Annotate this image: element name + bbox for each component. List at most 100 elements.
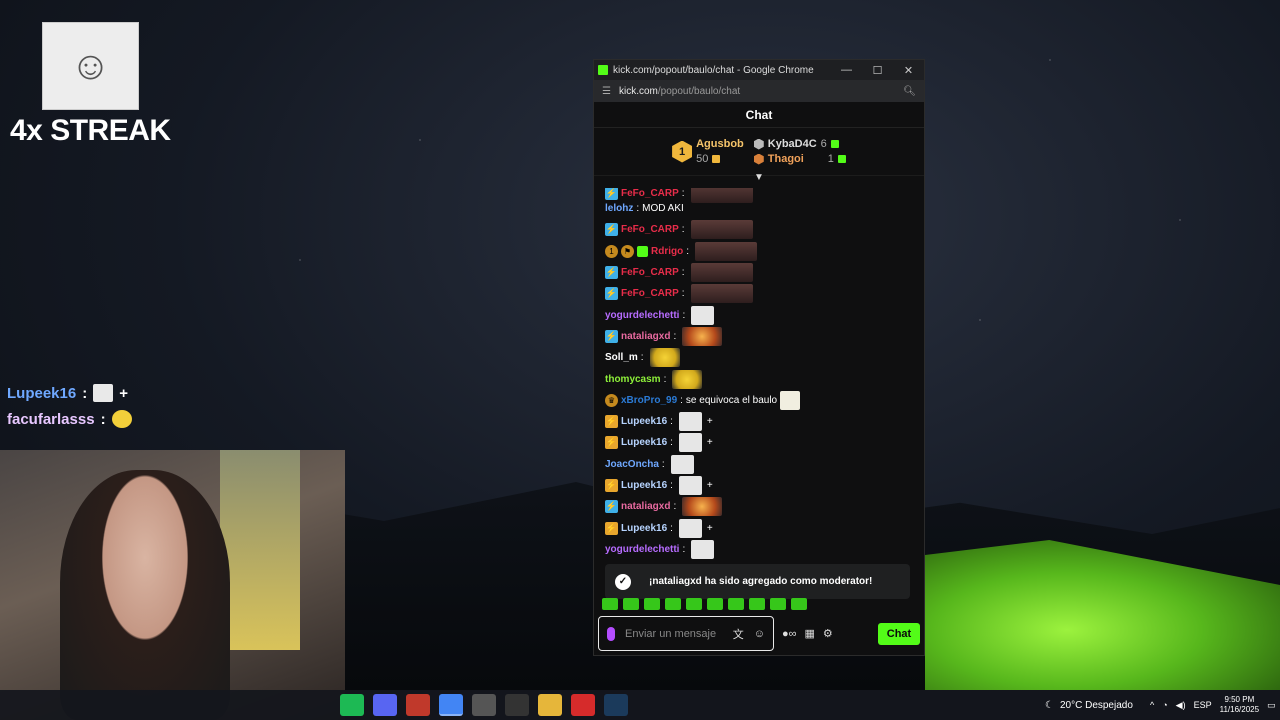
app-icon[interactable] [406, 694, 430, 716]
emote-icon[interactable] [791, 598, 807, 610]
chat-message[interactable]: 1 ⚑ Rdrigo: [605, 241, 913, 262]
leaderboard-name[interactable]: Thagoi [768, 153, 824, 165]
chat-message[interactable]: ⚡ nataliagxd: [605, 326, 913, 347]
emote-icon[interactable] [665, 598, 681, 610]
dark-emote[interactable] [690, 263, 753, 283]
chat-username[interactable]: thomycasm [605, 374, 661, 385]
clock[interactable]: 9:50 PM 11/16/2025 [1220, 695, 1259, 715]
chat-username[interactable]: Lupeek16 [621, 523, 667, 534]
chat-message[interactable]: yogurdelechetti: [605, 304, 913, 325]
zoom-icon[interactable]: 🔍︎ [903, 86, 916, 97]
store-icon[interactable]: ▦ [805, 627, 815, 640]
emote-icon[interactable] [770, 598, 786, 610]
meme-emote[interactable] [670, 454, 694, 474]
chat-username[interactable]: yogurdelechetti [605, 544, 679, 555]
leaderboard-name[interactable]: KybaD4C [768, 138, 817, 150]
chat-message[interactable]: ⚡ Lupeek16: + [605, 475, 913, 496]
chat-username[interactable]: lelohz [605, 203, 633, 214]
notification-icon[interactable]: ▭ [1267, 700, 1276, 711]
app-icon[interactable] [505, 694, 529, 716]
send-chat-button[interactable]: Chat [878, 622, 920, 645]
subscriber-badge-icon[interactable]: ⚡ [605, 436, 618, 450]
gift-badge-icon[interactable] [637, 245, 648, 257]
close-button[interactable]: ✕ [893, 64, 924, 77]
moderator-badge-icon[interactable]: ⚡ [605, 287, 618, 301]
chat-username[interactable]: Lupeek16 [621, 437, 667, 448]
meme-emote[interactable] [678, 518, 702, 538]
chat-message[interactable]: ⚡ nataliagxd: [605, 496, 913, 517]
meme-emote[interactable] [691, 305, 715, 325]
chat-message[interactable]: ⚡ Lupeek16: + [605, 517, 913, 538]
meme-emote[interactable] [678, 412, 702, 432]
emote-icon[interactable] [707, 598, 723, 610]
site-info-icon[interactable]: ☰ [602, 86, 611, 97]
chat-username[interactable]: yogurdelechetti [605, 310, 679, 321]
quick-emote-bar[interactable] [602, 598, 807, 610]
emote-icon[interactable] [686, 598, 702, 610]
chat-username[interactable]: nataliagxd [621, 331, 670, 342]
chat-input[interactable]: Enviar un mensaje 文 ☺ [598, 616, 774, 651]
chat-username[interactable]: Lupeek16 [621, 416, 667, 427]
moderator-badge-icon[interactable]: ⚡ [605, 223, 618, 237]
discord-icon[interactable] [373, 694, 397, 716]
emote-icon[interactable] [623, 598, 639, 610]
og-badge-icon[interactable]: 1 [605, 244, 618, 258]
crown-badge-icon[interactable]: ♛ [605, 393, 618, 407]
gear-icon[interactable]: ⚙ [823, 627, 833, 640]
mic-icon[interactable] [607, 626, 615, 641]
emote-icon[interactable] [602, 598, 618, 610]
steam-icon[interactable] [604, 694, 628, 716]
moderator-badge-icon[interactable]: ⚡ [605, 188, 618, 200]
emoji-icon[interactable]: ☺ [754, 628, 765, 640]
opera-icon[interactable] [571, 694, 595, 716]
chat-message[interactable]: yogurdelechetti: [605, 539, 913, 560]
chat-username[interactable]: JoacOncha [605, 459, 659, 470]
meme-emote[interactable] [678, 476, 702, 495]
subscriber-badge-icon[interactable]: ⚡ [605, 479, 618, 492]
chat-username[interactable]: FeFo_CARP [621, 288, 679, 299]
leaderboard-name[interactable]: Agusbob [696, 138, 744, 150]
emote-icon[interactable] [644, 598, 660, 610]
chat-message[interactable]: ⚡ Lupeek16: + [605, 432, 913, 453]
dark-emote[interactable] [690, 220, 753, 240]
network-icon[interactable]: ◔ [1162, 700, 1167, 710]
chat-username[interactable]: FeFo_CARP [621, 267, 679, 278]
person-emote[interactable] [780, 390, 801, 410]
language-indicator[interactable]: ESP [1194, 700, 1212, 710]
subscriber-badge-icon[interactable]: ⚡ [605, 415, 618, 429]
chat-message[interactable]: Soll_m: [605, 347, 913, 368]
address-bar[interactable]: ☰ kick.com/popout/baulo/chat 🔍︎ [594, 80, 924, 102]
moderator-badge-icon[interactable]: ⚡ [605, 266, 618, 280]
subscriber-badge-icon[interactable]: ⚡ [605, 521, 618, 535]
chat-username[interactable]: FeFo_CARP [621, 224, 679, 235]
weather-widget[interactable]: ☾ 20°C Despejado [1045, 690, 1133, 720]
chat-username[interactable]: nataliagxd [621, 501, 670, 512]
chat-message[interactable]: ⚡ FeFo_CARP: [605, 283, 913, 304]
minion-emote[interactable] [672, 369, 703, 389]
chat-message[interactable]: lelohz: MOD AKI [605, 198, 913, 219]
spotify-icon[interactable] [340, 694, 364, 716]
dark-emote[interactable] [690, 284, 753, 304]
moderator-badge-icon[interactable]: ⚡ [605, 500, 618, 514]
chat-input-placeholder[interactable]: Enviar un mensaje [625, 628, 723, 640]
flag-badge-icon[interactable]: ⚑ [621, 244, 634, 258]
chat-username[interactable]: FeFo_CARP [621, 188, 679, 199]
chat-message[interactable]: ⚡ FeFo_CARP: [605, 262, 913, 283]
points-icon[interactable]: ●∞ [782, 628, 797, 640]
chat-username[interactable]: Soll_m [605, 352, 638, 363]
chat-message[interactable]: thomycasm: [605, 368, 913, 389]
emote-icon[interactable] [749, 598, 765, 610]
chat-message[interactable]: ♛ xBroPro_99: se equivoca el baulo [605, 390, 913, 411]
folder-icon[interactable] [538, 694, 562, 716]
chat-messages[interactable]: ⚡ FeFo_CARP: lelohz: MOD AKI ⚡ FeFo_CARP:1 ⚑ Rd… [594, 188, 924, 562]
fire-emote[interactable] [682, 497, 723, 517]
dark-emote[interactable] [695, 241, 757, 261]
chat-username[interactable]: Lupeek16 [621, 480, 667, 491]
translate-icon[interactable]: 文 [733, 626, 744, 642]
emote-icon[interactable] [728, 598, 744, 610]
chat-message[interactable]: ⚡ FeFo_CARP: [605, 188, 913, 203]
meme-emote[interactable] [691, 539, 715, 559]
volume-icon[interactable]: ◀) [1176, 700, 1186, 711]
chrome-icon[interactable] [439, 694, 463, 716]
chat-username[interactable]: xBroPro_99 [621, 395, 677, 406]
